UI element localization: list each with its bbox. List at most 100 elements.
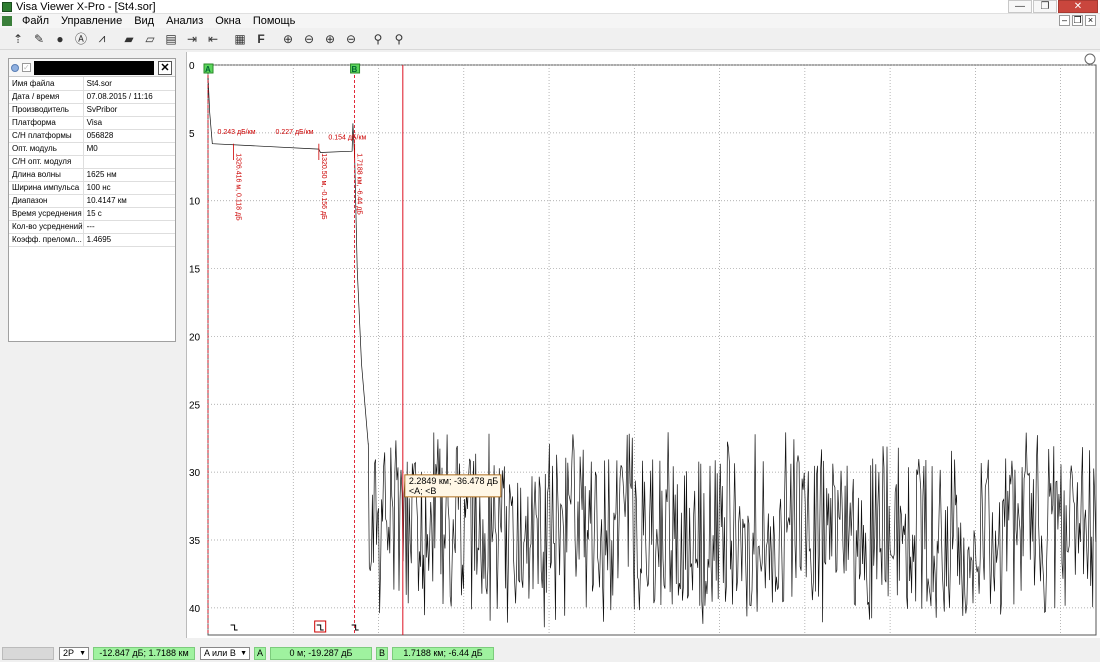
status-blank-field <box>2 647 54 660</box>
property-key: Дата / время <box>9 90 84 104</box>
menu-bar: Файл Управление Вид Анализ Окна Помощь –… <box>0 14 1100 28</box>
property-row: Коэфф. преломл... 1.4695 <box>9 233 175 247</box>
play-icon[interactable]: ● <box>50 30 70 48</box>
property-key: Длина волны <box>9 168 84 182</box>
property-key: С/Н опт. модуля <box>9 155 84 169</box>
property-key: Коэфф. преломл... <box>9 233 84 247</box>
property-key: Кол-во усреднений <box>9 220 84 234</box>
open-file-icon[interactable]: ▱ <box>140 30 160 48</box>
property-value: Visa <box>83 116 175 130</box>
search-alt-icon[interactable]: ⚲ <box>389 30 409 48</box>
property-value: 07.08.2015 / 11:16 <box>83 90 175 104</box>
toolbar: ⇡ ✎ ● Ⓐ ⩘ ▰ ▱ ▤ ⇥ ⇤ ▦ F ⊕ ⊖ ⊕ ⊖ ⚲ ⚲ <box>0 28 1100 50</box>
cursor-value: -12.847 дБ; 1.7188 км <box>93 647 195 660</box>
event-label: 1320.50 м, -0.156 дБ <box>320 153 327 220</box>
y-tick-label: 40 <box>189 604 201 615</box>
open-folder-icon[interactable]: ▰ <box>119 30 139 48</box>
menu-view[interactable]: Вид <box>128 15 160 27</box>
y-tick-label: 30 <box>189 468 201 479</box>
y-tick-label: 5 <box>189 129 195 140</box>
property-value: 056828 <box>83 129 175 143</box>
marker-b-value: 1.7188 км; -6.44 дБ <box>392 647 494 660</box>
marker-select[interactable]: A или B ▼ <box>200 647 250 660</box>
y-tick-label: 15 <box>189 265 201 276</box>
font-icon[interactable]: F <box>251 30 271 48</box>
segment-label: 0.243 дБ/км <box>218 129 256 136</box>
analysis-icon[interactable]: Ⓐ <box>71 30 91 48</box>
tooltip-line: 2.2849 км; -36.478 дБ <box>409 476 498 486</box>
document-icon[interactable] <box>2 16 12 26</box>
segment-label: 0.227 дБ/км <box>276 129 314 136</box>
y-tick-label: 20 <box>189 332 201 343</box>
plot-settings-icon <box>1084 53 1096 65</box>
property-key: Производитель <box>9 103 84 117</box>
property-value: SvPribor <box>83 103 175 117</box>
property-key: Время усреднения <box>9 207 84 221</box>
plot-area <box>207 64 1097 636</box>
property-row: Кол-во усреднений --- <box>9 220 175 234</box>
property-row: Дата / время 07.08.2015 / 11:16 <box>9 90 175 104</box>
file-properties-table: Имя файла St4.sor Дата / время 07.08.2015 /… <box>9 77 175 247</box>
property-key: Опт. модуль <box>9 142 84 156</box>
zoom-out-icon[interactable]: ⊖ <box>299 30 319 48</box>
import-icon[interactable]: ⇤ <box>203 30 223 48</box>
marker-b-label: B <box>352 65 358 74</box>
mdi-restore-button[interactable]: ❐ <box>1072 15 1083 26</box>
mdi-close-button[interactable]: × <box>1085 15 1096 26</box>
property-value: --- <box>83 220 175 234</box>
menu-file[interactable]: Файл <box>16 15 55 27</box>
mdi-minimize-button[interactable]: – <box>1059 15 1070 26</box>
trace-plot[interactable]: 0123456789100510152025303540AB0.243 дБ/к… <box>186 52 1100 650</box>
mode-select[interactable]: 2P ▼ <box>59 647 89 660</box>
file-info-panel: ✓ ✕ Имя файла St4.sor Дата / время 07.08.20… <box>8 58 176 342</box>
menu-windows[interactable]: Окна <box>209 15 247 27</box>
wrench-icon[interactable]: ✎ <box>29 30 49 48</box>
tooltip-line: <A; <B <box>409 486 437 496</box>
event-label: 1.7188 км, -6.44 дБ <box>356 153 363 215</box>
save-icon[interactable]: ▤ <box>161 30 181 48</box>
close-button[interactable]: ✕ <box>1058 0 1098 13</box>
y-tick-label: 25 <box>189 400 201 411</box>
property-key: С/Н платформы <box>9 129 84 143</box>
export-icon[interactable]: ⇥ <box>182 30 202 48</box>
close-trace-button[interactable]: ✕ <box>158 60 172 75</box>
menu-control[interactable]: Управление <box>55 15 128 27</box>
marker-select-value: A или B <box>204 648 236 658</box>
property-key: Ширина импульса <box>9 181 84 195</box>
property-value: 1625 нм <box>83 168 175 182</box>
search-icon[interactable]: ⚲ <box>368 30 388 48</box>
property-row: Производитель SvPribor <box>9 103 175 117</box>
menu-help[interactable]: Помощь <box>247 15 302 27</box>
zoom-fit-icon[interactable]: ⊕ <box>320 30 340 48</box>
property-key: Имя файла <box>9 77 84 91</box>
chevron-down-icon: ▼ <box>240 650 247 657</box>
marker-b-tag: B <box>376 647 388 660</box>
marker-a-value: 0 м; -19.287 дБ <box>270 647 372 660</box>
trace-chart[interactable]: 0123456789100510152025303540AB0.243 дБ/к… <box>187 52 1100 650</box>
property-row: С/Н платформы 056828 <box>9 129 175 143</box>
pointer-icon[interactable]: ⇡ <box>8 30 28 48</box>
property-value: M0 <box>83 142 175 156</box>
zoom-in-icon[interactable]: ⊕ <box>278 30 298 48</box>
trace-name-field[interactable] <box>34 60 154 75</box>
active-trace-radio[interactable] <box>11 63 19 72</box>
trace-icon[interactable]: ⩘ <box>92 30 112 48</box>
trace-visible-checkbox[interactable]: ✓ <box>22 63 31 72</box>
property-row: Время усреднения 15 с <box>9 207 175 221</box>
property-value: 10.4147 км <box>83 194 175 208</box>
property-key: Платформа <box>9 116 84 130</box>
maximize-button[interactable]: ❐ <box>1033 0 1057 13</box>
zoom-reset-icon[interactable]: ⊖ <box>341 30 361 48</box>
marker-a-tag: A <box>254 647 266 660</box>
title-bar: Visa Viewer X-Pro - [St4.sor] — ❐ ✕ <box>0 0 1100 14</box>
property-row: С/Н опт. модуля <box>9 155 175 169</box>
property-value: 1.4695 <box>83 233 175 247</box>
property-value <box>83 155 175 169</box>
property-value: 15 с <box>83 207 175 221</box>
window-title: Visa Viewer X-Pro - [St4.sor] <box>16 0 156 13</box>
menu-analysis[interactable]: Анализ <box>160 15 209 27</box>
property-row: Длина волны 1625 нм <box>9 168 175 182</box>
grid-icon[interactable]: ▦ <box>230 30 250 48</box>
property-row: Ширина импульса 100 нс <box>9 181 175 195</box>
minimize-button[interactable]: — <box>1008 0 1032 13</box>
